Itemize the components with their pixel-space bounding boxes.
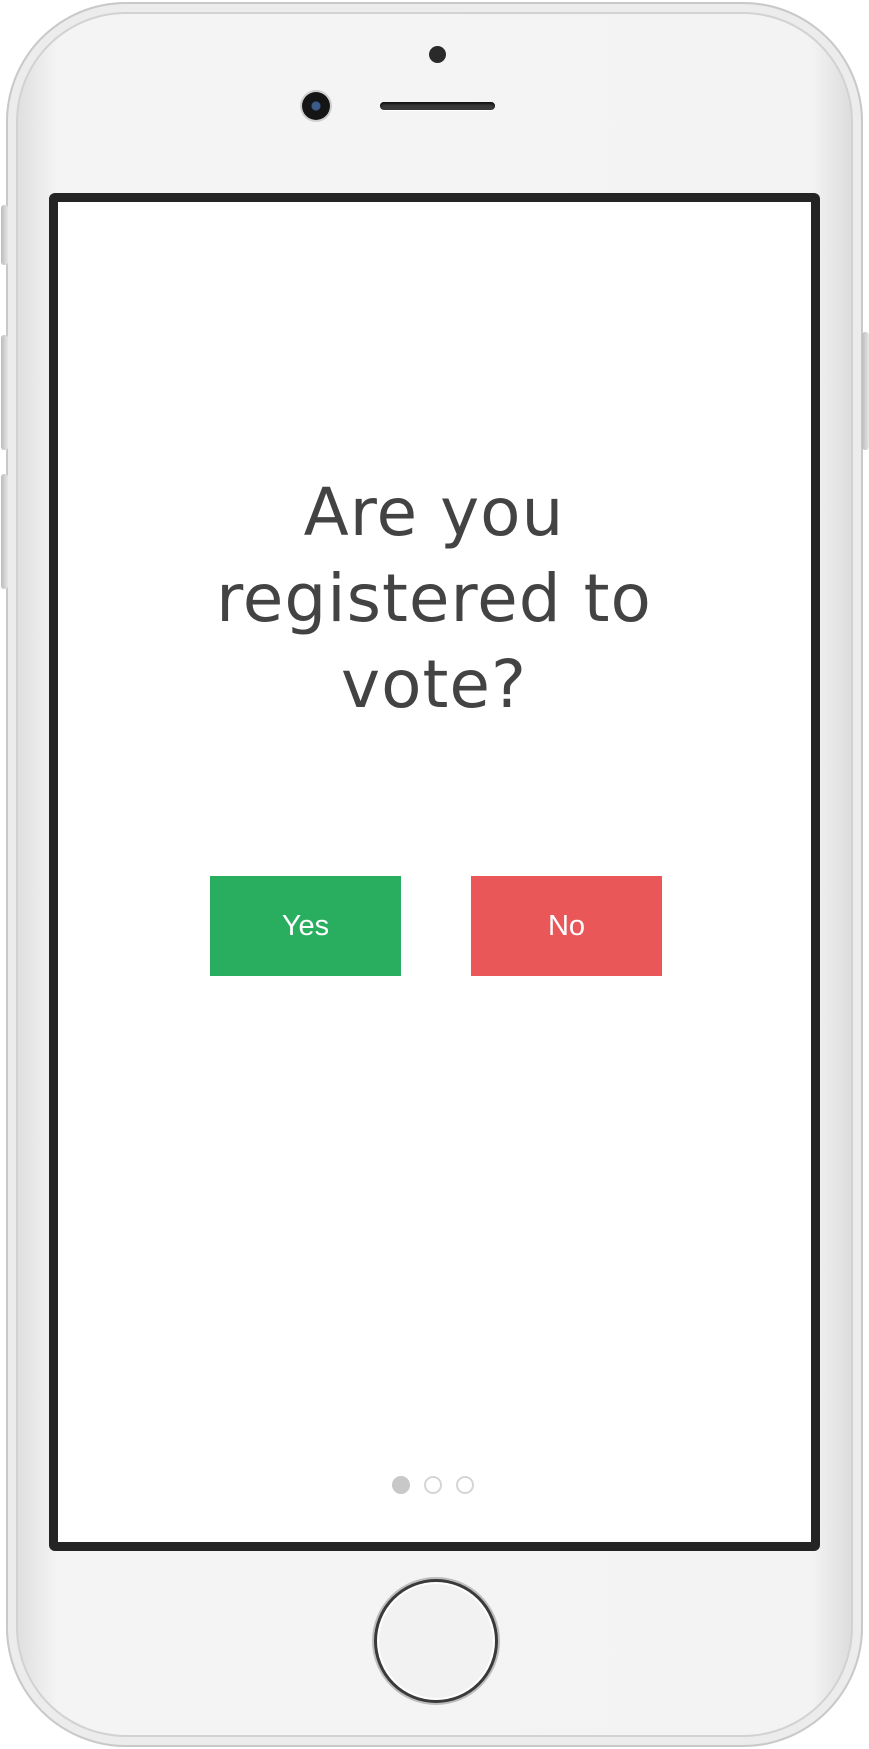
front-camera-icon — [302, 92, 330, 120]
yes-button-label: Yes — [281, 909, 330, 942]
earpiece-speaker-icon — [380, 102, 495, 110]
volume-up-button — [1, 335, 8, 450]
mute-switch — [1, 205, 8, 265]
page-dot-3[interactable] — [456, 1476, 474, 1494]
app-screen: Are you registered to vote? Yes No — [58, 202, 811, 1542]
yes-button[interactable]: Yes — [210, 876, 401, 976]
no-button-label: No — [547, 909, 586, 942]
proximity-sensor-icon — [429, 46, 446, 63]
page-dot-1[interactable] — [392, 1476, 410, 1494]
power-button — [862, 332, 869, 450]
no-button[interactable]: No — [471, 876, 662, 976]
home-button-icon[interactable] — [377, 1582, 495, 1700]
page-dot-2[interactable] — [424, 1476, 442, 1494]
pagination-dots — [392, 1476, 482, 1500]
phone-mockup: Are you registered to vote? Yes No — [0, 0, 869, 1749]
question-title: Are you registered to vote? — [216, 474, 652, 723]
volume-down-button — [1, 474, 8, 589]
